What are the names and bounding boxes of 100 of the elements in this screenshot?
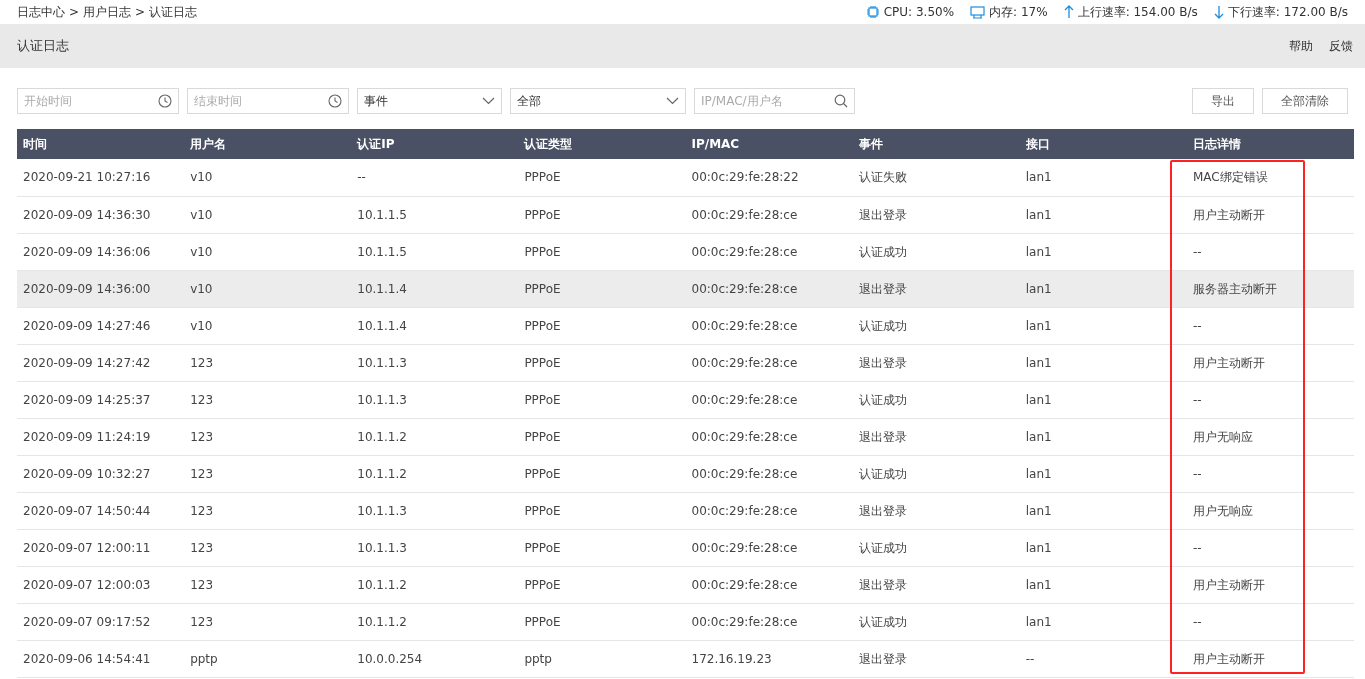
table-cell: pptp <box>184 640 352 677</box>
header-link[interactable]: 反馈 <box>1329 37 1353 55</box>
table-cell: 认证成功 <box>852 381 1020 418</box>
table-cell: 2020-09-07 12:00:03 <box>17 566 185 603</box>
table-cell: 退出登录 <box>852 418 1020 455</box>
table-cell: 2020-09-09 11:24:19 <box>17 418 185 455</box>
table-cell: 认证成功 <box>852 455 1020 492</box>
table-cell: lan1 <box>1019 455 1187 492</box>
table-cell: 123 <box>184 344 352 381</box>
table-cell: 2020-09-09 14:27:42 <box>17 344 185 381</box>
table-cell: 10.1.1.4 <box>351 270 519 307</box>
table-cell: lan1 <box>1019 270 1187 307</box>
page-title: 认证日志 <box>17 37 69 56</box>
chip-icon <box>865 5 880 19</box>
table-cell: lan1 <box>1019 159 1187 196</box>
table-cell: PPPoE <box>518 233 686 270</box>
table-cell: 退出登录 <box>852 344 1020 381</box>
table-cell: lan1 <box>1019 492 1187 529</box>
clear-all-button[interactable]: 全部清除 <box>1262 88 1348 114</box>
table-cell: PPPoE <box>518 159 686 196</box>
table-cell: 00:0c:29:fe:28:ce <box>685 455 853 492</box>
table-cell: -- <box>1186 233 1354 270</box>
table-cell: lan1 <box>1019 344 1187 381</box>
time-field[interactable]: 开始时间 <box>17 88 179 114</box>
table-cell: 用户主动断开 <box>1186 344 1354 381</box>
stat-text: 上行速率: 154.00 B/s <box>1077 4 1198 21</box>
table-cell: 10.1.1.3 <box>351 529 519 566</box>
table-cell: 2020-09-07 09:17:52 <box>17 603 185 640</box>
table-cell: 退出登录 <box>852 492 1020 529</box>
caret-icon <box>482 97 495 105</box>
table-cell: v10 <box>184 233 352 270</box>
header-link[interactable]: 帮助 <box>1289 37 1313 55</box>
stat-text: 下行速率: 172.00 B/s <box>1227 4 1348 21</box>
table-cell: 00:0c:29:fe:28:ce <box>685 492 853 529</box>
dropdown[interactable]: 事件 <box>357 88 502 114</box>
column-header: 接口 <box>1019 129 1187 159</box>
table-cell: 123 <box>184 566 352 603</box>
dropdown[interactable]: 全部 <box>510 88 686 114</box>
table-cell: lan1 <box>1019 233 1187 270</box>
table-cell: 用户主动断开 <box>1186 566 1354 603</box>
table-cell: v10 <box>184 270 352 307</box>
table-cell: -- <box>1186 455 1354 492</box>
table-cell: 00:0c:29:fe:28:ce <box>685 566 853 603</box>
table-cell: 2020-09-06 14:54:41 <box>17 640 185 677</box>
table-cell: PPPoE <box>518 381 686 418</box>
table-cell: 2020-09-09 14:36:30 <box>17 196 185 233</box>
down-arrow-icon <box>1213 5 1224 19</box>
table-cell: lan1 <box>1019 381 1187 418</box>
table-cell: PPPoE <box>518 418 686 455</box>
table-cell: 用户主动断开 <box>1186 640 1354 677</box>
table-cell: lan1 <box>1019 418 1187 455</box>
column-header: 日志详情 <box>1186 129 1354 159</box>
table-cell: -- <box>351 159 519 196</box>
table-cell: lan1 <box>1019 566 1187 603</box>
table-cell: v10 <box>184 159 352 196</box>
table-cell: PPPoE <box>518 529 686 566</box>
table-cell: PPPoE <box>518 603 686 640</box>
table-cell: 172.16.19.23 <box>685 640 853 677</box>
table-cell: 服务器主动断开 <box>1186 270 1354 307</box>
stat-text: CPU: 3.50% <box>883 4 955 21</box>
column-header: 用户名 <box>184 129 352 159</box>
table-cell: 2020-09-07 14:50:44 <box>17 492 185 529</box>
table-cell: PPPoE <box>518 344 686 381</box>
table-cell: 00:0c:29:fe:28:ce <box>685 418 853 455</box>
breadcrumb-link[interactable]: 用户日志 <box>83 3 132 21</box>
table-cell: 123 <box>184 492 352 529</box>
table-cell: 2020-09-09 14:27:46 <box>17 307 185 344</box>
table-cell: 10.1.1.5 <box>351 196 519 233</box>
table-cell: -- <box>1186 603 1354 640</box>
table-cell: 10.1.1.2 <box>351 455 519 492</box>
time-field[interactable]: 结束时间 <box>187 88 349 114</box>
table-cell: 退出登录 <box>852 640 1020 677</box>
table-cell: -- <box>1186 307 1354 344</box>
table-cell: MAC绑定错误 <box>1186 159 1354 196</box>
table-cell: -- <box>1019 640 1187 677</box>
column-header: IP/MAC <box>685 129 853 159</box>
table-cell: lan1 <box>1019 196 1187 233</box>
table-cell: PPPoE <box>518 455 686 492</box>
table-cell: 00:0c:29:fe:28:ce <box>685 344 853 381</box>
table-cell: 用户主动断开 <box>1186 196 1354 233</box>
search-field[interactable]: IP/MAC/用户名 <box>694 88 855 114</box>
table-cell: 123 <box>184 381 352 418</box>
table-cell: lan1 <box>1019 529 1187 566</box>
caret-icon <box>666 97 679 105</box>
table-cell: pptp <box>518 640 686 677</box>
search-icon <box>834 94 848 108</box>
up-arrow-icon <box>1063 5 1074 19</box>
export-button[interactable]: 导出 <box>1192 88 1254 114</box>
table-cell: 退出登录 <box>852 566 1020 603</box>
table-cell: 00:0c:29:fe:28:ce <box>685 270 853 307</box>
table-cell: 123 <box>184 418 352 455</box>
column-header: 认证IP <box>351 129 519 159</box>
table-cell: 00:0c:29:fe:28:ce <box>685 529 853 566</box>
table-cell: lan1 <box>1019 307 1187 344</box>
table-cell: 10.1.1.2 <box>351 566 519 603</box>
breadcrumb-link[interactable]: 日志中心 <box>17 3 65 21</box>
table-cell: v10 <box>184 196 352 233</box>
table-cell: PPPoE <box>518 196 686 233</box>
table-cell: 退出登录 <box>852 196 1020 233</box>
table-cell: 10.1.1.2 <box>351 603 519 640</box>
